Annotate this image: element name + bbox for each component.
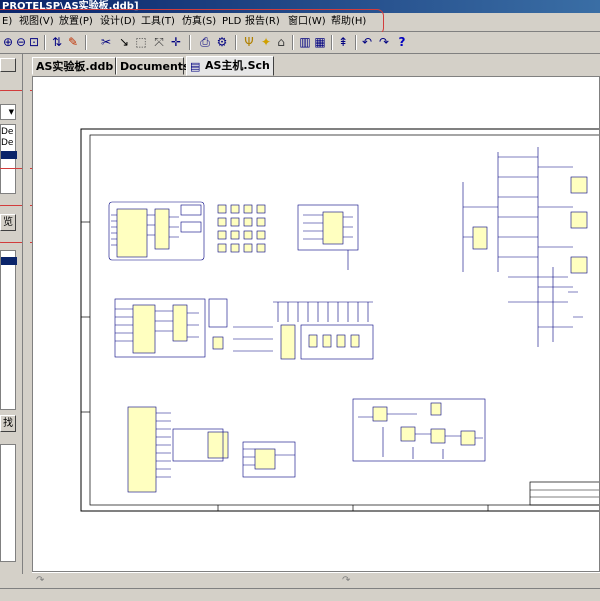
menu-pld[interactable]: PLD (220, 15, 243, 29)
browse-dropdown[interactable]: ▼ (0, 104, 16, 120)
window-title-bar: PROTELSP\AS实验板.ddb] (0, 0, 600, 13)
menu-place[interactable]: 放置(P) (57, 15, 95, 29)
menu-view[interactable]: 视图(V) (17, 15, 56, 29)
select-area-icon[interactable]: ⬚ (134, 35, 148, 49)
wire-icon[interactable]: ↘ (117, 35, 131, 49)
menu-simulate[interactable]: 仿真(S) (180, 15, 218, 29)
left-panel: ▼ De De 览 找 (0, 54, 22, 574)
block-keypad (217, 204, 266, 253)
probe-icon[interactable]: Ψ (242, 35, 256, 49)
toolbar-separator (235, 35, 237, 50)
block-display (233, 301, 374, 360)
menu-help[interactable]: 帮助(H) (329, 15, 368, 29)
block-power (462, 147, 588, 347)
block-mcu (108, 201, 205, 261)
library-edit-icon[interactable]: ▦ (313, 35, 327, 49)
sheet-list[interactable]: De De (0, 124, 17, 194)
tool-icon[interactable]: ⌂ (274, 35, 288, 49)
arrows-icon[interactable]: ⇅ (50, 35, 64, 49)
zoom-in-icon[interactable]: ⊕ (1, 35, 15, 49)
find-button[interactable]: 找 (0, 415, 16, 432)
panel-splitter[interactable] (22, 54, 30, 574)
block-cpu-main (114, 298, 228, 358)
toolbar-separator (85, 35, 87, 50)
menu-reports[interactable]: 报告(R) (243, 15, 282, 29)
schematic-canvas[interactable] (32, 76, 600, 572)
status-bar (0, 588, 600, 601)
toolbar-separator (331, 35, 333, 50)
toolbar-separator (44, 35, 46, 50)
undo-icon[interactable]: ↶ (360, 35, 374, 49)
scroll-right-icon[interactable]: ↷ (342, 575, 350, 586)
browse-button[interactable]: 览 (0, 214, 16, 231)
toolbar-separator (189, 35, 191, 50)
scroll-left-icon[interactable]: ↷ (36, 575, 44, 586)
library-icon[interactable]: ▥ (298, 35, 312, 49)
tab-ddb[interactable]: AS实验板.ddb (32, 57, 116, 75)
tab-schematic-label: AS主机.Sch (205, 59, 270, 72)
menu-window[interactable]: 窗口(W) (286, 15, 328, 29)
redo-icon[interactable]: ↷ (377, 35, 391, 49)
menu-design[interactable]: 设计(D) (98, 15, 138, 29)
block-io-mid (242, 441, 296, 478)
schematic-drawing (80, 128, 599, 512)
sheet-border (80, 128, 599, 512)
menu-edit[interactable]: E) (0, 15, 14, 29)
block-analog (352, 398, 486, 462)
zoom-fit-icon[interactable]: ⊡ (27, 35, 41, 49)
list-item-selected[interactable] (1, 257, 17, 265)
pin-list[interactable] (0, 444, 16, 562)
move-icon[interactable]: ⤧ (152, 35, 166, 49)
menu-tools[interactable]: 工具(T) (139, 15, 177, 29)
list-item[interactable]: De (1, 138, 13, 149)
block-memory (297, 204, 359, 270)
list-item-selected[interactable] (1, 151, 17, 159)
list-item[interactable]: De (1, 127, 13, 138)
sheet-inner-border (89, 134, 599, 506)
title-block (529, 481, 599, 506)
align-icon[interactable]: ⇞ (336, 35, 350, 49)
menu-bar: E) 视图(V) 放置(P) 设计(D) 工具(T) 仿真(S) PLD 报告(… (0, 13, 600, 32)
settings-icon[interactable]: ⚙ (215, 35, 229, 49)
print-icon[interactable]: ⎙ (198, 35, 212, 49)
canvas-bottom-bar: ↷ ↷ (32, 572, 600, 589)
lamp-icon[interactable]: ✦ (259, 35, 273, 49)
dropdown-arrow-icon: ▼ (8, 108, 14, 116)
help-icon[interactable]: ? (395, 35, 409, 49)
panel-collapse-button[interactable] (0, 58, 16, 72)
tab-schematic[interactable]: ▤ AS主机.Sch (186, 56, 274, 76)
pencil-icon[interactable]: ✎ (66, 35, 80, 49)
schematic-file-icon: ▤ (190, 60, 201, 73)
cut-icon[interactable]: ✂ (99, 35, 113, 49)
window-title: PROTELSP\AS实验板.ddb] (2, 1, 139, 12)
block-io-left (127, 406, 229, 493)
toolbar-separator (355, 35, 357, 50)
toolbar-separator (292, 35, 294, 50)
toolbar: ⊕ ⊖ ⊡ ⇅ ✎ ✂ ↘ ⬚ ⤧ ✛ ⎙ ⚙ Ψ ✦ ⌂ ▥ ▦ ⇞ ↶ ↷ … (0, 32, 600, 54)
zoom-out-icon[interactable]: ⊖ (14, 35, 28, 49)
tab-documents[interactable]: Documents (116, 57, 190, 75)
cross-icon[interactable]: ✛ (169, 35, 183, 49)
object-list[interactable] (0, 250, 17, 410)
